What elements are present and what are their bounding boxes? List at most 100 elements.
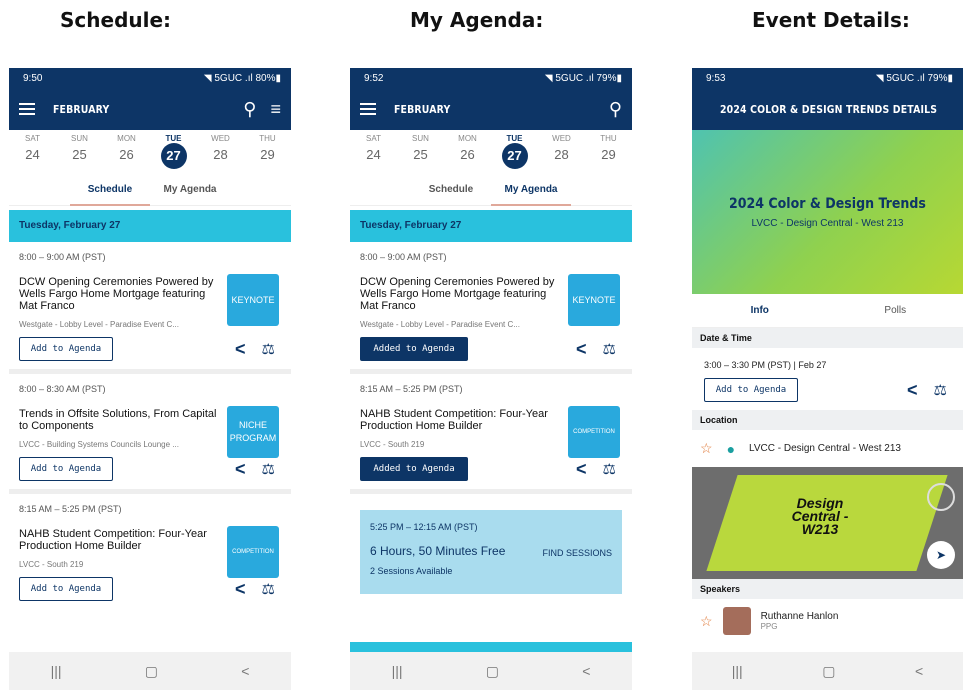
session-card[interactable]: 8:00 – 8:30 AM (PST) NICHE PROGRAM Trend… [9,374,291,494]
status-time: 9:53 [706,72,726,84]
month-title: FEBRUARY [394,102,451,116]
speakers-label: Speakers [692,579,963,599]
session-card[interactable]: 8:15 AM – 5:25 PM (PST) COMPETITION NAHB… [350,374,632,494]
day-wed[interactable]: WED 28 [538,134,585,174]
recent-apps-icon[interactable]: ||| [732,663,743,679]
details-title: 2024 COLOR & DESIGN TRENDS DETAILS [720,102,938,116]
back-icon[interactable]: < [582,663,590,679]
tab-polls[interactable]: Polls [855,295,935,327]
status-time: 9:50 [23,72,43,84]
day-sun[interactable]: SUN 25 [56,134,103,174]
add-to-agenda-button[interactable]: Add to Agenda [19,457,113,481]
bell-icon[interactable]: ⚖ [603,460,616,478]
menu-icon[interactable] [360,103,376,115]
bell-icon[interactable]: ⚖ [934,381,947,399]
tab-schedule[interactable]: Schedule [411,174,491,206]
home-icon[interactable]: ▢ [486,663,499,680]
session-card[interactable]: 8:15 AM – 5:25 PM (PST) COMPETITION NAHB… [9,494,291,609]
session-time: 8:00 – 8:30 AM (PST) [19,384,106,394]
next-day-header [350,642,632,652]
share-icon[interactable]: < [235,339,246,360]
back-icon[interactable]: < [241,663,249,679]
date-time-value: 3:00 – 3:30 PM (PST) | Feb 27 [704,360,827,370]
add-to-agenda-button[interactable]: Add to Agenda [19,337,113,361]
venue-map[interactable]: Design Central - W213 ➤ [692,467,963,579]
back-icon[interactable]: < [915,663,923,679]
event-title: 2024 Color & Design Trends [729,195,926,212]
session-actions: Added to Agenda < ⚖ [360,329,632,369]
home-icon[interactable]: ▢ [145,663,158,680]
session-time: 8:00 – 9:00 AM (PST) [19,252,106,262]
day-thu[interactable]: THU 29 [585,134,632,174]
share-icon[interactable]: < [576,339,587,360]
session-tag: COMPETITION [568,406,620,458]
session-location: LVCC - South 219 [19,560,84,569]
filter-icon[interactable]: ≡ [270,100,281,118]
menu-icon[interactable] [19,103,35,115]
share-icon[interactable]: < [907,380,918,401]
session-tag: KEYNOTE [568,274,620,326]
session-title: Trends in Offsite Solutions, From Capita… [19,408,217,432]
share-icon[interactable]: < [235,579,246,600]
date-strip: SAT 24 SUN 25 MON 26 TUE 27 WED 28 THU 29 [9,130,291,174]
session-actions: Add to Agenda < ⚖ [19,329,291,369]
session-title: NAHB Student Competition: Four-Year Prod… [360,408,548,432]
favorite-star-icon[interactable]: ☆ [700,613,713,630]
tab-my-agenda[interactable]: My Agenda [150,174,230,206]
share-icon[interactable]: < [235,459,246,480]
day-sat[interactable]: SAT 24 [350,134,397,174]
recent-apps-icon[interactable]: ||| [51,663,62,679]
day-tue-selected[interactable]: TUE 27 [150,134,197,174]
day-wed[interactable]: WED 28 [197,134,244,174]
session-time: 8:00 – 9:00 AM (PST) [360,252,447,262]
share-icon[interactable]: < [576,459,587,480]
day-sun[interactable]: SUN 25 [397,134,444,174]
map-navigate-icon[interactable]: ➤ [927,541,955,569]
add-to-agenda-button[interactable]: Add to Agenda [19,577,113,601]
tab-schedule[interactable]: Schedule [70,174,150,206]
speaker-row[interactable]: ☆ Ruthanne Hanlon PPG [692,599,963,643]
tab-info[interactable]: Info [720,295,800,327]
day-thu[interactable]: THU 29 [244,134,291,174]
session-location: Westgate - Lobby Level - Paradise Event … [19,320,179,329]
location-row[interactable]: ☆ ● LVCC - Design Central - West 213 [692,430,963,467]
session-card[interactable]: 8:00 – 9:00 AM (PST) KEYNOTE DCW Opening… [350,242,632,374]
session-location: Westgate - Lobby Level - Paradise Event … [360,320,520,329]
phone-my-agenda: 9:52 ◥ 5GUC .ıl 79%▮ FEBRUARY ⚲ SAT 24 SU… [350,68,632,690]
search-icon[interactable]: ⚲ [243,100,256,118]
find-sessions-link[interactable]: FIND SESSIONS [542,548,612,558]
bell-icon[interactable]: ⚖ [262,580,275,598]
add-to-agenda-button[interactable]: Add to Agenda [704,378,798,402]
top-bar: FEBRUARY ⚲ [350,88,632,130]
top-bar: FEBRUARY ⚲ ≡ [9,88,291,130]
home-icon[interactable]: ▢ [822,663,835,680]
session-tag: NICHE PROGRAM [227,406,279,458]
day-mon[interactable]: MON 26 [444,134,491,174]
day-tue-selected[interactable]: TUE 27 [491,134,538,174]
day-mon[interactable]: MON 26 [103,134,150,174]
session-card[interactable]: 8:00 – 9:00 AM (PST) KEYNOTE DCW Opening… [9,242,291,374]
tab-my-agenda[interactable]: My Agenda [491,174,571,206]
bell-icon[interactable]: ⚖ [603,340,616,358]
session-tag: KEYNOTE [227,274,279,326]
month-title: FEBRUARY [53,102,110,116]
map-recenter-icon[interactable] [927,483,955,511]
free-time-block[interactable]: 5:25 PM – 12:15 AM (PST) 6 Hours, 50 Min… [360,510,622,594]
added-to-agenda-button[interactable]: Added to Agenda [360,457,468,481]
android-nav-bar: ||| ▢ < [350,652,632,690]
tab-bar: Schedule My Agenda [350,174,632,206]
speaker-avatar [722,607,751,635]
day-sat[interactable]: SAT 24 [9,134,56,174]
favorite-star-icon[interactable]: ☆ [700,440,713,457]
added-to-agenda-button[interactable]: Added to Agenda [360,337,468,361]
caption-agenda: My Agenda: [410,8,544,32]
phone-event-details: 9:53 ◥ 5GUC .ıl 79%▮ 2024 COLOR & DESIGN… [692,68,963,690]
session-location: LVCC - South 219 [360,440,425,449]
session-title: NAHB Student Competition: Four-Year Prod… [19,528,207,552]
android-nav-bar: ||| ▢ < [9,652,291,690]
search-icon[interactable]: ⚲ [609,100,622,118]
location-label: Location [692,410,963,430]
bell-icon[interactable]: ⚖ [262,460,275,478]
bell-icon[interactable]: ⚖ [262,340,275,358]
recent-apps-icon[interactable]: ||| [392,663,403,679]
